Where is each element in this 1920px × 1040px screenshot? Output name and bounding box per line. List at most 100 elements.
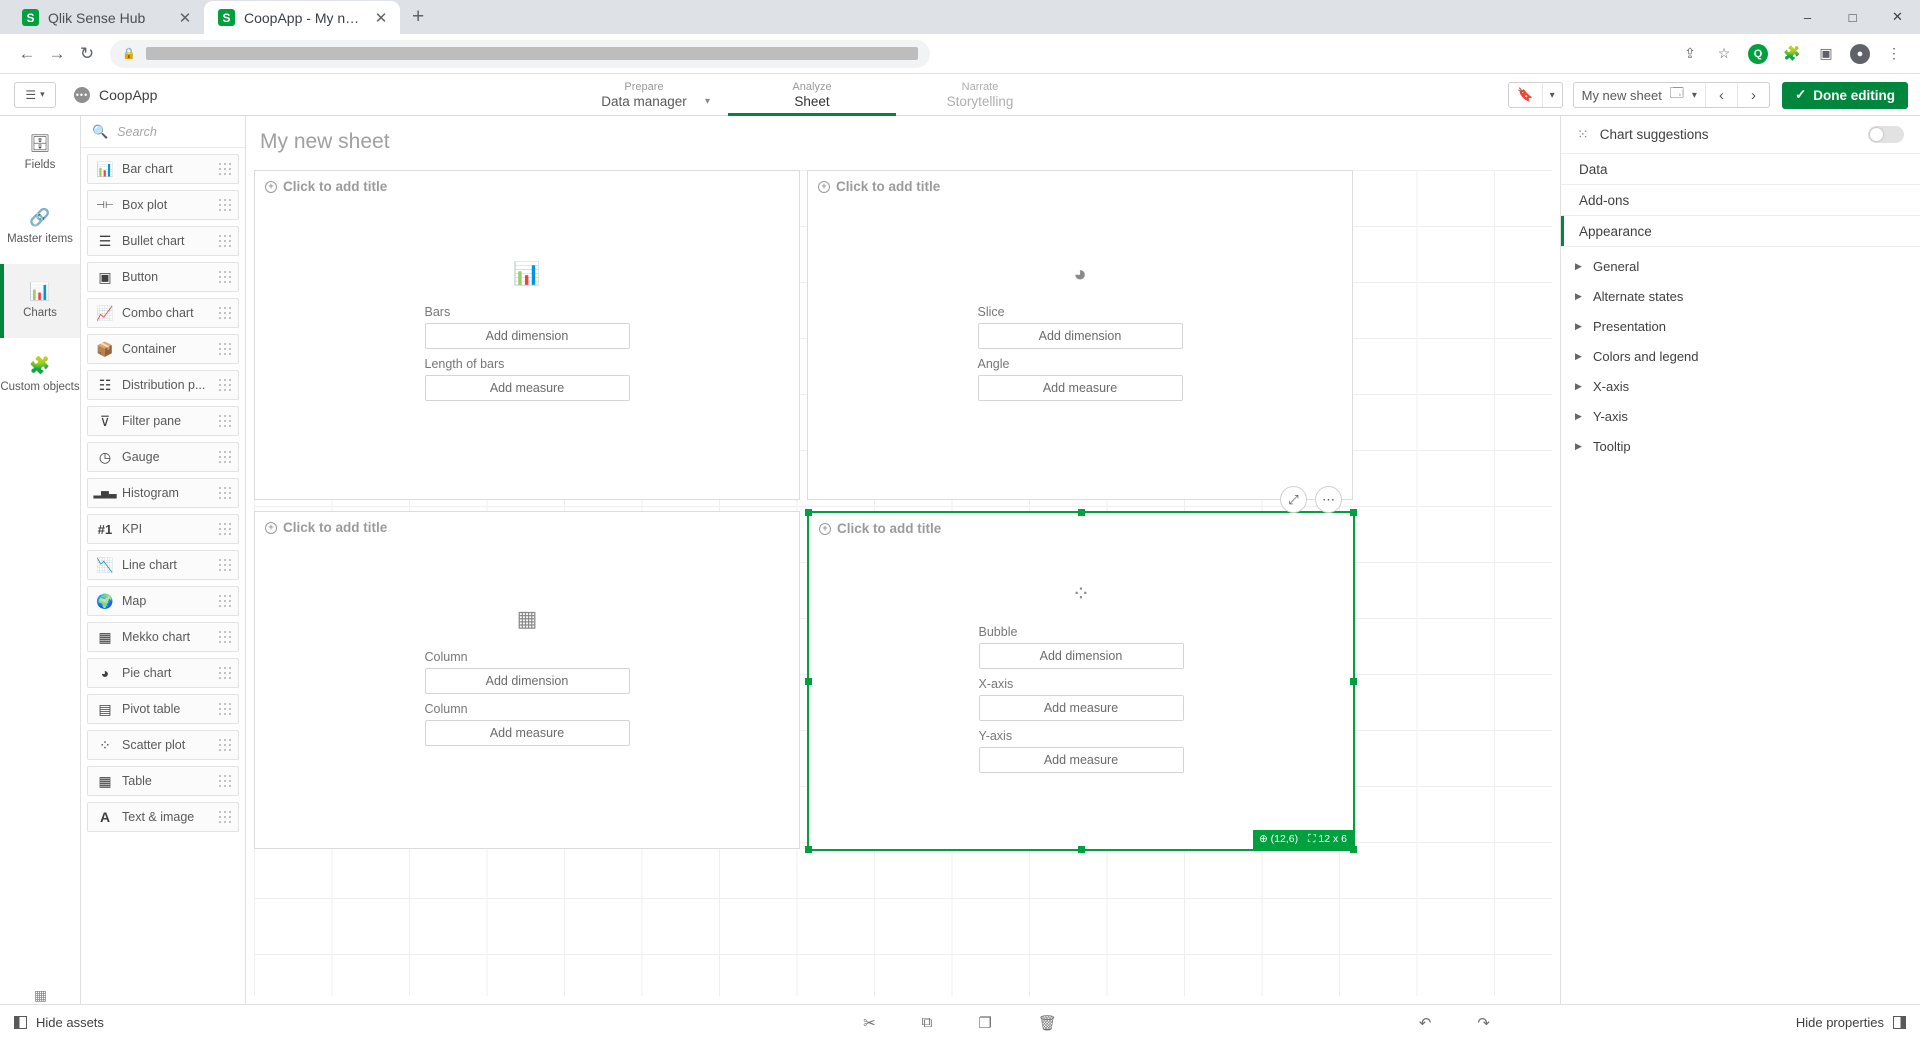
drag-handle-icon[interactable] (212, 235, 238, 248)
star-icon[interactable]: ☆ (1710, 40, 1738, 68)
add-title-button[interactable]: + Click to add title (265, 520, 387, 535)
properties-section-general[interactable]: ▶General (1561, 251, 1920, 281)
add-title-button[interactable]: + Click to add title (265, 179, 387, 194)
drag-handle-icon[interactable] (212, 739, 238, 752)
add-measure-dropzone[interactable]: Add measure (425, 720, 630, 746)
add-dimension-dropzone[interactable]: Add dimension (425, 323, 630, 349)
app-badge[interactable]: ••• CoopApp (74, 87, 157, 103)
sidepanel-icon[interactable]: ▣ (1812, 40, 1840, 68)
chart-cell-bar[interactable]: + Click to add title 📊 Bars Add dimensio… (254, 170, 800, 500)
properties-section-x-axis[interactable]: ▶X-axis (1561, 371, 1920, 401)
resize-handle-middle-left[interactable] (805, 678, 812, 685)
chevron-down-icon[interactable]: ▾ (705, 96, 710, 107)
add-measure-dropzone[interactable]: Add measure (978, 375, 1183, 401)
add-dimension-dropzone[interactable]: Add dimension (425, 668, 630, 694)
bookmark-icon[interactable]: 🔖 (1509, 83, 1541, 107)
bookmark-caret-icon[interactable]: ▾ (1542, 83, 1562, 107)
drag-handle-icon[interactable] (212, 487, 238, 500)
drag-handle-icon[interactable] (212, 379, 238, 392)
paste-button[interactable]: ❐ (978, 1014, 991, 1032)
drag-handle-icon[interactable] (212, 631, 238, 644)
resize-handle-bottom-middle[interactable] (1078, 846, 1085, 853)
minimize-icon[interactable]: ‒ (1785, 10, 1830, 25)
rail-bottom-table-icon[interactable]: ▦ (0, 987, 81, 1004)
resize-handle-middle-right[interactable] (1350, 678, 1357, 685)
maximize-icon[interactable]: □ (1830, 10, 1875, 25)
asset-item-container[interactable]: 📦Container (87, 334, 239, 364)
asset-item-scatter-plot[interactable]: ⁘Scatter plot (87, 730, 239, 760)
drag-handle-icon[interactable] (212, 559, 238, 572)
properties-section-y-axis[interactable]: ▶Y-axis (1561, 401, 1920, 431)
extensions-icon[interactable]: 🧩 (1778, 40, 1806, 68)
close-tab-icon[interactable]: ✕ (372, 9, 390, 27)
asset-item-mekko-chart[interactable]: ▦Mekko chart (87, 622, 239, 652)
profile-icon[interactable]: ● (1846, 40, 1874, 68)
asset-item-pivot-table[interactable]: ▤Pivot table (87, 694, 239, 724)
asset-item-line-chart[interactable]: 📉Line chart (87, 550, 239, 580)
done-editing-button[interactable]: ✓ Done editing (1782, 82, 1908, 109)
properties-section-alternate-states[interactable]: ▶Alternate states (1561, 281, 1920, 311)
asset-item-distribution-p[interactable]: ☷Distribution p... (87, 370, 239, 400)
forward-icon[interactable]: → (42, 39, 72, 69)
drag-handle-icon[interactable] (212, 667, 238, 680)
asset-item-bar-chart[interactable]: 📊Bar chart (87, 154, 239, 184)
drag-handle-icon[interactable] (212, 271, 238, 284)
delete-button[interactable]: 🗑 (1038, 1014, 1057, 1032)
resize-handle-top-right[interactable] (1350, 509, 1357, 516)
search-input[interactable] (117, 125, 227, 139)
asset-item-pie-chart[interactable]: ◕Pie chart (87, 658, 239, 688)
properties-section-colors-and-legend[interactable]: ▶Colors and legend (1561, 341, 1920, 371)
asset-item-bullet-chart[interactable]: ☰Bullet chart (87, 226, 239, 256)
resize-handle-bottom-left[interactable] (805, 846, 812, 853)
properties-section-tooltip[interactable]: ▶Tooltip (1561, 431, 1920, 461)
properties-tab-addons[interactable]: Add-ons (1561, 185, 1920, 216)
chart-suggestions-toggle[interactable] (1868, 126, 1904, 143)
asset-item-histogram[interactable]: ▂▅▃Histogram (87, 478, 239, 508)
add-measure-dropzone[interactable]: Add measure (979, 747, 1184, 773)
asset-item-kpi[interactable]: #1KPI (87, 514, 239, 544)
drag-handle-icon[interactable] (212, 415, 238, 428)
asset-item-text-image[interactable]: AText & image (87, 802, 239, 832)
asset-item-button[interactable]: ▣Button (87, 262, 239, 292)
rail-item-custom-objects[interactable]: 🧩 Custom objects (0, 338, 80, 412)
more-options-button[interactable]: ⋯ (1315, 486, 1342, 513)
qlik-search-icon[interactable]: Q (1744, 40, 1772, 68)
browser-tab-2[interactable]: S CoopApp - My new sheet | Sheet ✕ (204, 1, 400, 34)
add-title-button[interactable]: + Click to add title (819, 521, 941, 536)
asset-item-box-plot[interactable]: ⊣⊢Box plot (87, 190, 239, 220)
drag-handle-icon[interactable] (212, 523, 238, 536)
address-bar[interactable]: 🔒 (110, 40, 930, 68)
drag-handle-icon[interactable] (212, 163, 238, 176)
drag-handle-icon[interactable] (212, 343, 238, 356)
close-window-icon[interactable]: ✕ (1875, 9, 1920, 25)
rail-item-fields[interactable]: 🗄 Fields (0, 116, 80, 190)
close-tab-icon[interactable]: ✕ (176, 9, 194, 27)
undo-button[interactable]: ↶ (1419, 1014, 1432, 1032)
asset-item-combo-chart[interactable]: 📈Combo chart (87, 298, 239, 328)
add-measure-dropzone[interactable]: Add measure (979, 695, 1184, 721)
add-title-button[interactable]: + Click to add title (818, 179, 940, 194)
chart-cell-scatter[interactable]: + Click to add title ⁘ Bubble Add dimens… (807, 511, 1355, 851)
nav-tab-sheet[interactable]: Analyze Sheet (728, 74, 896, 116)
rail-item-master-items[interactable]: 🔗 Master items (0, 190, 80, 264)
share-icon[interactable]: ⇪ (1676, 40, 1704, 68)
browser-tab-1[interactable]: S Qlik Sense Hub ✕ (8, 1, 204, 34)
asset-item-map[interactable]: 🌍Map (87, 586, 239, 616)
prev-sheet-button[interactable]: ‹ (1705, 83, 1737, 107)
drag-handle-icon[interactable] (212, 307, 238, 320)
fullscreen-button[interactable]: ⤢ (1280, 486, 1307, 513)
add-dimension-dropzone[interactable]: Add dimension (979, 643, 1184, 669)
chart-cell-table[interactable]: + Click to add title ▦ Column Add dimens… (254, 511, 800, 849)
asset-item-table[interactable]: ▦Table (87, 766, 239, 796)
asset-item-gauge[interactable]: ◷Gauge (87, 442, 239, 472)
resize-handle-top-middle[interactable] (1078, 509, 1085, 516)
back-icon[interactable]: ← (12, 39, 42, 69)
drag-handle-icon[interactable] (212, 703, 238, 716)
chevron-down-icon[interactable]: ▾ (1692, 90, 1697, 101)
cut-button[interactable]: ✂ (863, 1014, 876, 1032)
add-dimension-dropzone[interactable]: Add dimension (978, 323, 1183, 349)
chart-cell-pie[interactable]: + Click to add title ◕ Slice Add dimensi… (807, 170, 1353, 500)
hide-properties-button[interactable]: Hide properties (1796, 1015, 1906, 1030)
drag-handle-icon[interactable] (212, 775, 238, 788)
drag-handle-icon[interactable] (212, 451, 238, 464)
